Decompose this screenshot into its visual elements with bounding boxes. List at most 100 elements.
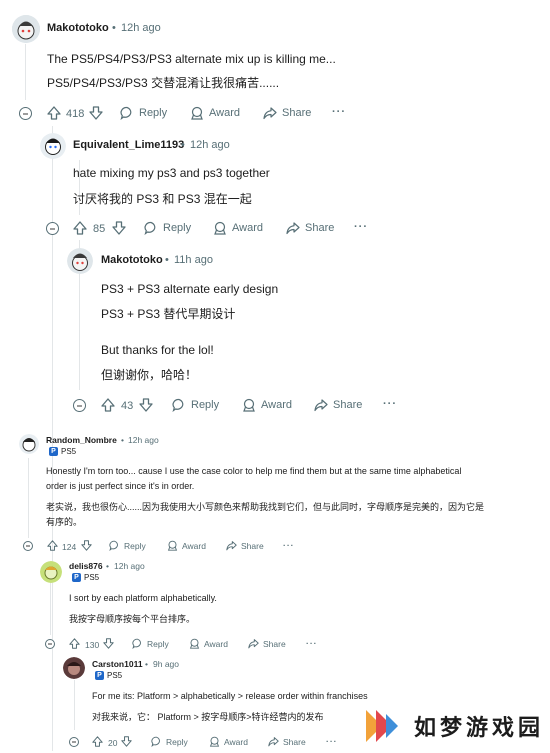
- user-flair: P PS5: [95, 671, 122, 680]
- vote-count: 130: [85, 640, 100, 650]
- reply-button[interactable]: Reply: [151, 736, 188, 747]
- downvote-icon: [103, 638, 114, 649]
- vote-count: 43: [121, 400, 134, 412]
- award-button[interactable]: Award: [167, 540, 206, 551]
- upvote-icon: [73, 221, 87, 235]
- timestamp[interactable]: 12h ago: [121, 22, 161, 34]
- upvote-button[interactable]: [101, 398, 115, 412]
- separator-dot: •: [165, 254, 169, 266]
- avatar[interactable]: [40, 561, 62, 583]
- username[interactable]: Makototoko: [101, 254, 163, 266]
- reply-button[interactable]: Reply: [172, 398, 219, 412]
- reply-button[interactable]: Reply: [144, 221, 191, 235]
- more-options-button[interactable]: ···: [283, 540, 295, 550]
- more-options-button[interactable]: ···: [306, 638, 318, 648]
- downvote-icon: [139, 398, 153, 412]
- share-button[interactable]: Share: [286, 221, 334, 235]
- downvote-button[interactable]: [112, 221, 126, 235]
- award-label: Award: [224, 736, 248, 747]
- downvote-button[interactable]: [81, 540, 92, 551]
- avatar[interactable]: [19, 434, 39, 454]
- username[interactable]: Equivalent_Lime1193: [73, 139, 184, 151]
- share-icon: [263, 107, 277, 120]
- flair-label: PS5: [107, 671, 123, 680]
- timestamp[interactable]: 11h ago: [174, 254, 213, 266]
- award-button[interactable]: Award: [242, 398, 292, 412]
- collapse-button[interactable]: [73, 399, 86, 412]
- username[interactable]: Makototoko: [47, 22, 109, 34]
- downvote-button[interactable]: [121, 736, 132, 747]
- more-options-button[interactable]: ···: [354, 221, 368, 233]
- share-button[interactable]: Share: [248, 638, 286, 649]
- username[interactable]: delis876: [69, 561, 103, 571]
- downvote-button[interactable]: [89, 106, 103, 120]
- reply-icon: [120, 106, 132, 120]
- reply-button[interactable]: Reply: [120, 106, 167, 120]
- ps-flair-icon: P: [49, 447, 58, 456]
- timestamp[interactable]: 12h ago: [114, 561, 145, 571]
- collapse-button[interactable]: [69, 737, 79, 747]
- downvote-button[interactable]: [139, 398, 153, 412]
- comment-text: 讨厌将我的 PS3 和 PS3 混在一起: [73, 192, 252, 206]
- thread-line: [74, 680, 75, 730]
- upvote-button[interactable]: [69, 638, 80, 649]
- watermark-logo-icon: [366, 710, 398, 742]
- timestamp[interactable]: 12h ago: [190, 139, 230, 151]
- share-label: Share: [305, 222, 335, 234]
- separator-dot: •: [145, 659, 148, 669]
- reply-button[interactable]: Reply: [109, 540, 146, 551]
- share-label: Share: [263, 638, 286, 649]
- award-button[interactable]: Award: [189, 638, 228, 649]
- downvote-icon: [89, 106, 103, 120]
- avatar[interactable]: [40, 133, 66, 159]
- ps-flair-icon: P: [72, 573, 81, 582]
- downvote-button[interactable]: [103, 638, 114, 649]
- award-button[interactable]: Award: [190, 106, 240, 120]
- timestamp[interactable]: 9h ago: [153, 659, 179, 669]
- collapse-button[interactable]: [46, 222, 59, 235]
- share-button[interactable]: Share: [263, 106, 311, 120]
- username[interactable]: Carston1011: [92, 659, 143, 669]
- more-options-button[interactable]: ···: [326, 736, 338, 746]
- separator-dot: •: [112, 22, 116, 34]
- comment-text: 对我来说，它： Platform > 按字母顺序>特许经营内的发布: [92, 712, 324, 722]
- award-label: Award: [232, 222, 263, 234]
- comment-text: The PS5/PS4/PS3/PS3 alternate mix up is …: [47, 52, 336, 66]
- timestamp[interactable]: 12h ago: [128, 435, 159, 445]
- award-icon: [189, 638, 200, 649]
- downvote-icon: [112, 221, 126, 235]
- share-button[interactable]: Share: [314, 398, 362, 412]
- share-label: Share: [333, 399, 363, 411]
- upvote-button[interactable]: [47, 540, 58, 551]
- reply-label: Reply: [139, 107, 168, 119]
- comment-text: Honestly I'm torn too... cause I use the…: [46, 466, 462, 476]
- upvote-icon: [47, 106, 61, 120]
- collapse-button[interactable]: [45, 639, 55, 649]
- upvote-button[interactable]: [92, 736, 103, 747]
- flair-label: PS5: [84, 573, 100, 582]
- upvote-button[interactable]: [73, 221, 87, 235]
- upvote-icon: [101, 398, 115, 412]
- collapse-button[interactable]: [19, 107, 32, 120]
- collapse-button[interactable]: [23, 541, 33, 551]
- share-button[interactable]: Share: [226, 540, 264, 551]
- award-label: Award: [182, 540, 206, 551]
- avatar[interactable]: [63, 657, 85, 679]
- reply-label: Reply: [124, 540, 146, 551]
- award-icon: [214, 221, 226, 235]
- award-button[interactable]: Award: [213, 221, 263, 235]
- thread-line: [25, 44, 26, 100]
- reply-button[interactable]: Reply: [132, 638, 169, 649]
- upvote-icon: [92, 736, 103, 747]
- share-button[interactable]: Share: [268, 736, 306, 747]
- reply-icon: [109, 540, 118, 551]
- award-button[interactable]: Award: [209, 736, 248, 747]
- comment-text: 我按字母顺序按每个平台排序。: [69, 614, 196, 624]
- share-icon: [226, 541, 237, 551]
- upvote-button[interactable]: [47, 106, 61, 120]
- more-options-button[interactable]: ···: [383, 398, 397, 410]
- username[interactable]: Random_Nombre: [46, 435, 117, 445]
- avatar[interactable]: [12, 15, 40, 43]
- more-options-button[interactable]: ···: [332, 106, 346, 118]
- avatar[interactable]: [67, 248, 93, 274]
